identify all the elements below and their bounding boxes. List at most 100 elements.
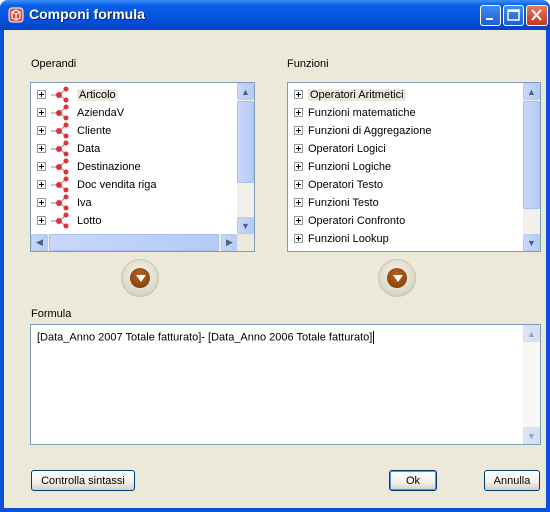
operandi-item-label: Destinazione <box>77 160 141 173</box>
window-title: Componi formula <box>29 6 145 22</box>
ok-button[interactable]: Ok <box>389 470 437 491</box>
expand-plus-icon[interactable] <box>37 144 46 153</box>
funzioni-vscrollbar[interactable]: ▲ ▼ <box>523 83 540 251</box>
operandi-label: Operandi <box>31 58 77 70</box>
operandi-tree[interactable]: Articolo AziendaV Cliente Data Destinazione D… <box>30 82 255 252</box>
scroll-corner <box>237 234 254 251</box>
scroll-right-button[interactable]: ▶ <box>221 234 238 251</box>
dialog-body: Operandi Articolo AziendaV Cliente Data Dest… <box>4 30 546 508</box>
operandi-tree-item[interactable]: Doc vendita riga <box>37 176 157 193</box>
operandi-item-label: Doc vendita riga <box>77 178 157 191</box>
operandi-tree-item[interactable]: Articolo <box>37 86 118 103</box>
formula-label: Formula <box>31 308 72 320</box>
operandi-item-label: AziendaV <box>77 106 125 119</box>
funzioni-tree-item[interactable]: Operatori Logici <box>294 140 386 157</box>
operandi-tree-item[interactable]: Lotto <box>37 212 101 229</box>
hscroll-thumb[interactable] <box>49 234 219 251</box>
scroll-thumb[interactable] <box>523 101 540 209</box>
funzioni-item-label: Funzioni Logiche <box>308 160 392 173</box>
expand-plus-icon[interactable] <box>37 198 46 207</box>
operandi-tree-item[interactable]: Cliente <box>37 122 111 139</box>
relation-icon <box>51 86 69 103</box>
formula-textarea[interactable]: [Data_Anno 2007 Totale fatturato]- [Data… <box>30 324 541 445</box>
funzioni-item-label: Funzioni Lookup <box>308 232 389 245</box>
funzioni-item-label: Operatori Aritmetici <box>308 88 406 101</box>
operandi-item-label: Lotto <box>77 214 102 227</box>
scroll-down-button[interactable]: ▼ <box>523 427 540 444</box>
expand-plus-icon[interactable] <box>294 198 303 207</box>
expand-plus-icon[interactable] <box>294 126 303 135</box>
dialog-window: Componi formula Operandi Articolo Azienda… <box>0 0 550 512</box>
scroll-down-button[interactable]: ▼ <box>523 234 540 251</box>
cancel-button[interactable]: Annulla <box>484 470 540 491</box>
funzioni-item-label: Funzioni di Aggregazione <box>308 124 432 137</box>
funzioni-item-label: Funzioni Testo <box>308 196 379 209</box>
minimize-button[interactable] <box>480 5 501 26</box>
expand-plus-icon[interactable] <box>294 108 303 117</box>
operandi-tree-item[interactable]: AziendaV <box>37 104 124 121</box>
title-bar[interactable]: Componi formula <box>0 0 550 30</box>
scroll-up-button[interactable]: ▲ <box>523 325 540 342</box>
scroll-up-button[interactable]: ▲ <box>237 83 254 100</box>
expand-plus-icon[interactable] <box>294 180 303 189</box>
funzioni-tree-item[interactable]: Funzioni Testo <box>294 194 379 211</box>
insert-funzione-button[interactable] <box>378 259 416 297</box>
maximize-icon <box>507 9 520 21</box>
funzioni-item-label: Operatori Confronto <box>308 214 406 227</box>
relation-icon <box>51 176 69 193</box>
funzioni-tree-item[interactable]: Funzioni di Aggregazione <box>294 122 432 139</box>
funzioni-item-label: Operatori Testo <box>308 178 384 191</box>
relation-icon <box>51 212 69 229</box>
insert-operando-button[interactable] <box>121 259 159 297</box>
funzioni-tree-item[interactable]: Operatori Testo <box>294 176 383 193</box>
formula-vscrollbar[interactable]: ▲ ▼ <box>523 325 540 444</box>
funzioni-tree[interactable]: Operatori Aritmetici Funzioni matematiche… <box>287 82 541 252</box>
expand-plus-icon[interactable] <box>37 90 46 99</box>
funzioni-tree-item[interactable]: Funzioni Lookup <box>294 230 389 247</box>
expand-plus-icon[interactable] <box>294 144 303 153</box>
funzioni-item-label: Operatori Logici <box>308 142 386 155</box>
expand-plus-icon[interactable] <box>294 216 303 225</box>
funzioni-tree-item[interactable]: Funzioni Logiche <box>294 158 391 175</box>
expand-plus-icon[interactable] <box>37 216 46 225</box>
relation-icon <box>51 158 69 175</box>
arrow-down-icon <box>136 275 146 282</box>
expand-plus-icon[interactable] <box>37 162 46 171</box>
operandi-hscrollbar[interactable]: ◀ ▶ <box>31 234 238 251</box>
scroll-thumb[interactable] <box>237 101 254 183</box>
relation-icon <box>51 122 69 139</box>
scroll-up-button[interactable]: ▲ <box>523 83 540 100</box>
operandi-item-label: Cliente <box>77 124 112 137</box>
operandi-item-label: Iva <box>77 196 92 209</box>
formula-app-icon <box>8 7 24 23</box>
relation-icon <box>51 104 69 121</box>
operandi-tree-item[interactable]: Destinazione <box>37 158 141 175</box>
operandi-tree-item[interactable]: Data <box>37 140 100 157</box>
funzioni-item-label: Funzioni matematiche <box>308 106 416 119</box>
funzioni-tree-item[interactable]: Funzioni matematiche <box>294 104 416 121</box>
expand-plus-icon[interactable] <box>37 126 46 135</box>
expand-plus-icon[interactable] <box>294 90 303 99</box>
relation-icon <box>51 140 69 157</box>
relation-icon <box>51 194 69 211</box>
minimize-icon <box>486 18 493 20</box>
expand-plus-icon[interactable] <box>294 162 303 171</box>
expand-plus-icon[interactable] <box>37 180 46 189</box>
close-icon <box>531 9 542 21</box>
funzioni-tree-item[interactable]: Operatori Aritmetici <box>294 86 406 103</box>
operandi-item-label: Articolo <box>77 88 118 101</box>
maximize-button[interactable] <box>503 5 524 26</box>
scroll-left-button[interactable]: ◀ <box>31 234 48 251</box>
expand-plus-icon[interactable] <box>37 108 46 117</box>
formula-text: [Data_Anno 2007 Totale fatturato]- [Data… <box>37 331 375 344</box>
operandi-tree-item[interactable]: Iva <box>37 194 92 211</box>
scroll-down-button[interactable]: ▼ <box>237 217 254 234</box>
close-button[interactable] <box>526 5 548 26</box>
check-syntax-button[interactable]: Controlla sintassi <box>31 470 135 491</box>
operandi-vscrollbar[interactable]: ▲ ▼ <box>237 83 254 235</box>
funzioni-label: Funzioni <box>287 58 329 70</box>
operandi-item-label: Data <box>77 142 101 155</box>
arrow-down-icon <box>393 275 403 282</box>
funzioni-tree-item[interactable]: Operatori Confronto <box>294 212 405 229</box>
expand-plus-icon[interactable] <box>294 234 303 243</box>
